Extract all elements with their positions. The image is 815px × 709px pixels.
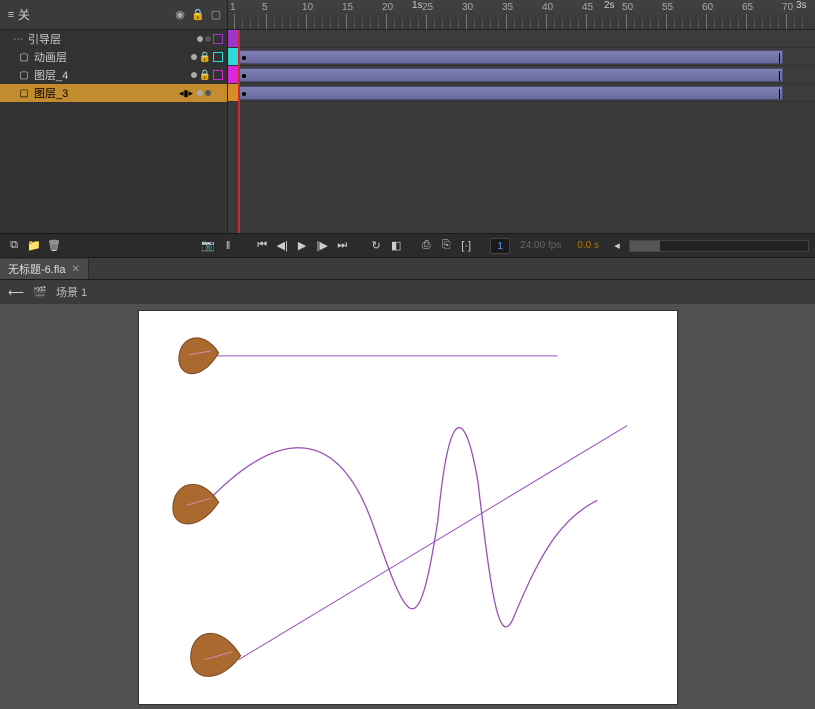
track-row[interactable] xyxy=(228,48,815,66)
ruler-second-label: 1s xyxy=(412,0,423,11)
scroll-left-icon[interactable]: ◂ xyxy=(609,238,625,254)
scene-icon[interactable]: 🎬 xyxy=(32,284,48,300)
layer-panel-title: 关 xyxy=(18,6,173,23)
trash-icon[interactable]: 🗑 xyxy=(46,238,62,254)
guide-layer-icon: ⋯ xyxy=(12,34,24,45)
ruler-tick-label: 25 xyxy=(422,2,433,13)
ruler-tick-label: 35 xyxy=(502,2,513,13)
divider-icon: ‖ xyxy=(220,238,236,254)
layer-row[interactable]: ▢ 动画层 🔒 xyxy=(0,48,227,66)
ruler-tick-label: 45 xyxy=(582,2,593,13)
new-folder-icon[interactable]: 📁 xyxy=(26,238,42,254)
document-tab-label: 无标题-6.fla xyxy=(8,261,65,277)
ruler-tick-label: 55 xyxy=(662,2,673,13)
tween-span[interactable] xyxy=(239,68,783,82)
seed-shape xyxy=(172,484,218,524)
layer-icon: ▢ xyxy=(18,70,30,81)
frame-ruler[interactable]: 15101520253035404550556065701s2s3s xyxy=(228,0,815,29)
layer-name: 动画层 xyxy=(34,49,187,65)
ruler-tick-label: 65 xyxy=(742,2,753,13)
visibility-dot[interactable] xyxy=(197,90,203,96)
layer-name: 图层_4 xyxy=(34,67,187,83)
ruler-tick-label: 10 xyxy=(302,2,313,13)
visibility-dot[interactable] xyxy=(191,54,197,60)
stage-canvas[interactable] xyxy=(138,310,678,705)
track-area[interactable] xyxy=(228,30,815,233)
seed-shape xyxy=(178,338,218,374)
ruler-second-label: 3s xyxy=(796,0,807,11)
layer-name: 图层_3 xyxy=(34,85,175,101)
visibility-dot[interactable] xyxy=(191,72,197,78)
layer-icon: ▢ xyxy=(18,88,30,99)
ruler-tick-label: 40 xyxy=(542,2,553,13)
ruler-tick-label: 5 xyxy=(262,2,268,13)
span-markers-icon[interactable]: [·] xyxy=(458,238,474,254)
tween-span[interactable] xyxy=(239,86,783,100)
track-row[interactable] xyxy=(228,66,815,84)
frame-nav-arrows[interactable]: ◂▮▸ xyxy=(179,88,193,99)
close-icon[interactable]: ✕ xyxy=(71,264,79,275)
lock-toggle-icon[interactable]: 🔒 xyxy=(191,8,205,21)
ruler-tick-label: 60 xyxy=(702,2,713,13)
document-tabs-bar: 无标题-6.fla ✕ xyxy=(0,258,815,280)
outline-color-icon[interactable] xyxy=(213,34,223,44)
document-tab[interactable]: 无标题-6.fla ✕ xyxy=(0,259,89,279)
play-icon[interactable]: ▶ xyxy=(294,238,310,254)
layer-icon: ▢ xyxy=(18,52,30,63)
timeline-header-row: ≡ 关 ◉ 🔒 ▢ 15101520253035404550556065701s… xyxy=(0,0,815,30)
edit-multiple2-icon[interactable]: ⎘ xyxy=(438,238,454,254)
lock-dot[interactable] xyxy=(205,90,211,96)
stage-artwork xyxy=(139,311,677,705)
goto-first-icon[interactable]: ⏮ xyxy=(254,238,270,254)
layer-panel-menu-icon[interactable]: ≡ xyxy=(4,9,18,21)
seed-shape xyxy=(190,633,240,676)
visibility-dot[interactable] xyxy=(197,36,203,42)
lock-dot[interactable] xyxy=(205,36,211,42)
goto-last-icon[interactable]: ⏭ xyxy=(334,238,350,254)
onion-skin-icon[interactable]: ◧ xyxy=(388,238,404,254)
ruler-tick-label: 20 xyxy=(382,2,393,13)
outline-color-icon[interactable] xyxy=(213,52,223,62)
outline-color-icon[interactable] xyxy=(213,88,223,98)
new-layer-icon[interactable]: ⧉ xyxy=(6,238,22,254)
step-back-icon[interactable]: ◀| xyxy=(274,238,290,254)
outline-color-icon[interactable] xyxy=(213,70,223,80)
layer-row[interactable]: ⋯ 引导层 xyxy=(0,30,227,48)
track-row[interactable] xyxy=(228,30,815,48)
loop-icon[interactable]: ↻ xyxy=(368,238,384,254)
ruler-tick-label: 15 xyxy=(342,2,353,13)
elapsed-time: 0.0 s xyxy=(577,240,599,251)
lock-icon[interactable]: 🔒 xyxy=(199,70,211,81)
playhead[interactable] xyxy=(238,30,240,233)
current-frame[interactable]: 1 xyxy=(490,238,510,254)
ruler-tick-label: 50 xyxy=(622,2,633,13)
tween-span[interactable] xyxy=(239,50,783,64)
layer-list: ⋯ 引导层 ▢ 动画层 🔒 ▢ 图层_4 🔒 ▢ 图层_3 ◂▮▸ xyxy=(0,30,228,233)
camera-icon[interactable]: 📷 xyxy=(200,238,216,254)
scene-breadcrumb-bar: ⟵ 🎬 场景 1 xyxy=(0,280,815,304)
layer-name: 引导层 xyxy=(28,31,193,47)
layer-header: ≡ 关 ◉ 🔒 ▢ xyxy=(0,0,228,29)
visibility-toggle-icon[interactable]: ◉ xyxy=(173,8,187,21)
scene-name[interactable]: 场景 1 xyxy=(56,284,87,300)
outline-toggle-icon[interactable]: ▢ xyxy=(209,8,223,21)
layer-row[interactable]: ▢ 图层_4 🔒 xyxy=(0,66,227,84)
timeline-footer: ⧉ 📁 🗑 📷 ‖ ⏮ ◀| ▶ |▶ ⏭ ↻ ◧ ⎙ ⎘ [·] 1 24.0… xyxy=(0,233,815,257)
ruler-second-label: 2s xyxy=(604,0,615,11)
timeline-scrollbar[interactable] xyxy=(629,240,809,252)
edit-multiple-icon[interactable]: ⎙ xyxy=(418,238,434,254)
timeline-panel: ≡ 关 ◉ 🔒 ▢ 15101520253035404550556065701s… xyxy=(0,0,815,258)
lock-icon[interactable]: 🔒 xyxy=(199,52,211,63)
fps-label: 24.00 fps xyxy=(520,240,561,251)
back-arrow-icon[interactable]: ⟵ xyxy=(8,284,24,300)
step-forward-icon[interactable]: |▶ xyxy=(314,238,330,254)
track-row[interactable] xyxy=(228,84,815,102)
ruler-tick-label: 70 xyxy=(782,2,793,13)
ruler-tick-label: 30 xyxy=(462,2,473,13)
stage-viewport[interactable] xyxy=(0,304,815,709)
ruler-tick-label: 1 xyxy=(230,2,236,13)
layer-row[interactable]: ▢ 图层_3 ◂▮▸ xyxy=(0,84,227,102)
